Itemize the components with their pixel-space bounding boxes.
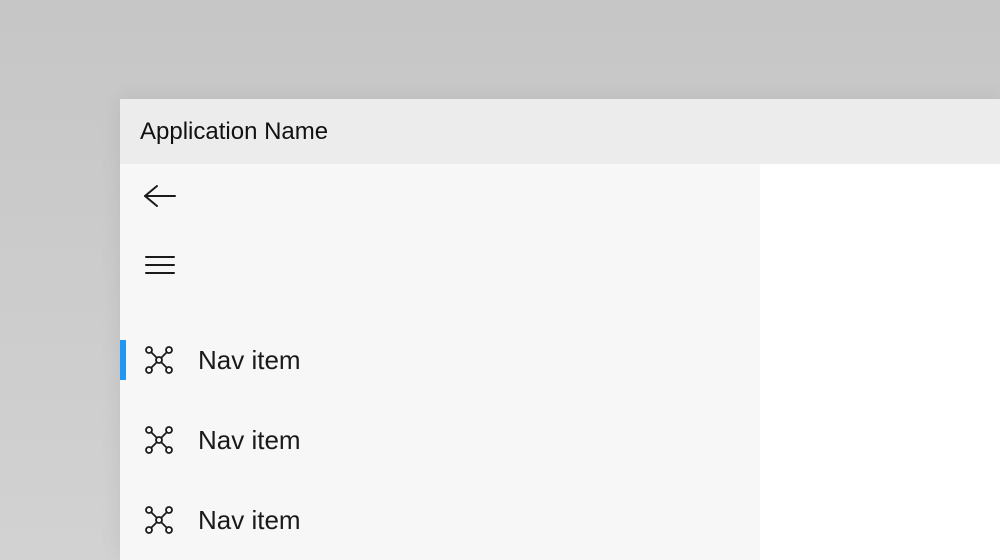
content-pane xyxy=(760,164,1000,560)
hamburger-icon xyxy=(145,255,175,275)
back-button-row xyxy=(120,170,760,221)
nav-item-label: Nav item xyxy=(198,345,301,376)
selection-indicator xyxy=(120,340,126,380)
back-button[interactable] xyxy=(138,174,182,218)
nav-item-2[interactable]: Nav item xyxy=(120,400,760,480)
body-area: Nav item Nav item xyxy=(120,164,1000,560)
back-arrow-icon xyxy=(143,184,177,208)
hamburger-button-row xyxy=(120,239,760,290)
nav-item-graph-icon xyxy=(142,343,176,377)
nav-pane: Nav item Nav item xyxy=(120,164,760,560)
app-window: Application Name xyxy=(120,99,1000,560)
nav-item-label: Nav item xyxy=(198,505,301,536)
titlebar: Application Name xyxy=(120,99,1000,164)
hamburger-button[interactable] xyxy=(138,243,182,287)
app-title: Application Name xyxy=(140,118,328,146)
nav-item-1[interactable]: Nav item xyxy=(120,320,760,400)
nav-item-label: Nav item xyxy=(198,425,301,456)
nav-item-3[interactable]: Nav item xyxy=(120,480,760,560)
nav-list: Nav item Nav item xyxy=(120,320,760,560)
nav-item-graph-icon xyxy=(142,423,176,457)
nav-item-graph-icon xyxy=(142,503,176,537)
